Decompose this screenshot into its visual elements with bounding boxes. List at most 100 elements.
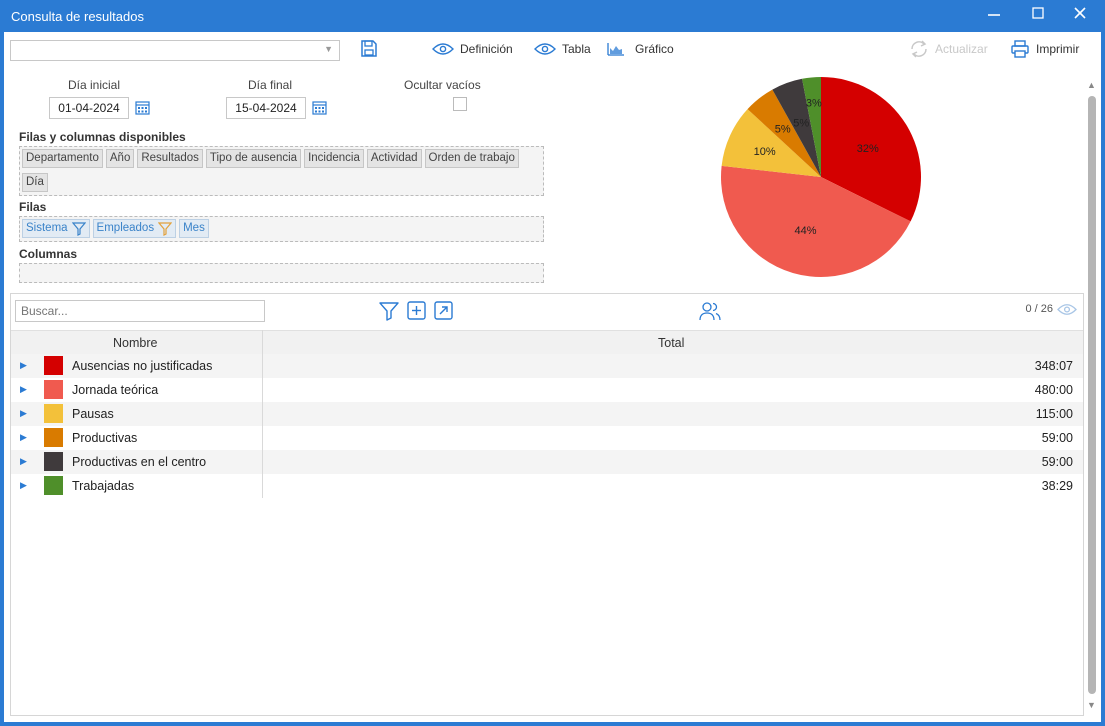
pie-slice-label: 5% (775, 123, 791, 135)
color-swatch (44, 404, 63, 423)
search-input[interactable] (15, 300, 265, 322)
color-swatch (44, 452, 63, 471)
results-grid-panel: 0 / 26 Nombre Total ▶ Ausencias no justif… (10, 293, 1084, 716)
row-field-chip[interactable]: Mes (179, 219, 209, 238)
title-bar: Consulta de resultados (4, 0, 1101, 32)
column-header-nombre[interactable]: Nombre (113, 336, 157, 350)
selection-counter: 0 / 26 (1025, 303, 1053, 315)
row-name: Pausas (72, 407, 114, 421)
columns-zone[interactable] (19, 263, 544, 283)
field-chip[interactable]: Actividad (366, 149, 422, 168)
window-title: Consulta de resultados (11, 9, 144, 24)
export-icon[interactable] (434, 301, 453, 323)
results-pie-chart: 32% 44% 10% 5% 5% 3% (721, 77, 921, 277)
field-chip[interactable]: Incidencia (304, 149, 364, 168)
field-chip[interactable]: Año (105, 149, 135, 168)
row-total: 348:07 (1034, 359, 1073, 373)
minimize-icon[interactable] (977, 5, 1011, 27)
close-icon[interactable] (1063, 5, 1097, 27)
dia-final-label: Día final (248, 78, 293, 92)
available-fields-zone[interactable]: Departamento Año Resultados Tipo de ausenci… (19, 146, 544, 196)
row-name: Jornada teórica (72, 383, 159, 397)
column-divider[interactable] (262, 330, 263, 498)
eye-icon (534, 43, 556, 55)
pie-slice-label: 5% (793, 117, 809, 129)
grid-header: Nombre Total (11, 330, 1083, 354)
filter-icon[interactable] (158, 221, 173, 236)
dia-inicial-label: Día inicial (68, 78, 121, 92)
ocultar-vacios-checkbox[interactable] (453, 97, 467, 111)
expand-arrow-icon[interactable]: ▶ (20, 480, 27, 491)
expand-arrow-icon[interactable]: ▶ (20, 432, 27, 443)
expand-arrow-icon[interactable]: ▶ (20, 408, 27, 419)
dia-inicial-input[interactable]: 01-04-2024 (49, 97, 129, 119)
field-chip[interactable]: Orden de trabajo (424, 149, 519, 168)
dia-final-input[interactable]: 15-04-2024 (226, 97, 306, 119)
expand-all-icon[interactable] (407, 301, 426, 323)
row-field-chip[interactable]: Empleados (92, 219, 177, 238)
scroll-down-icon[interactable]: ▼ (1087, 700, 1096, 710)
field-chip[interactable]: Día (22, 172, 48, 192)
row-name: Trabajadas (72, 479, 135, 493)
actualizar-label: Actualizar (935, 42, 988, 56)
imprimir-label: Imprimir (1036, 42, 1080, 56)
row-field-chip[interactable]: Sistema (22, 219, 90, 238)
tabla-button[interactable]: Tabla (534, 38, 591, 60)
tabla-label: Tabla (562, 42, 591, 56)
row-total: 115:00 (1035, 407, 1073, 421)
row-total: 59:00 (1041, 431, 1073, 445)
scroll-up-icon[interactable]: ▲ (1087, 80, 1096, 90)
eye-icon[interactable] (1057, 303, 1077, 319)
filter-icon[interactable] (71, 221, 86, 236)
table-row[interactable]: ▶ Trabajadas 38:29 (11, 474, 1083, 498)
expand-arrow-icon[interactable]: ▶ (20, 360, 27, 371)
chart-icon (607, 43, 624, 56)
calendar-icon[interactable] (135, 100, 150, 118)
column-header-total[interactable]: Total (658, 336, 684, 350)
ocultar-vacios-label: Ocultar vacíos (404, 78, 481, 92)
field-chip[interactable]: Tipo de ausencia (205, 149, 302, 168)
pie-slice-label: 3% (806, 97, 822, 109)
color-swatch (44, 356, 63, 375)
grafico-button[interactable]: Gráfico (607, 38, 674, 60)
filter-icon[interactable] (379, 301, 399, 324)
row-total: 59:00 (1041, 455, 1073, 469)
color-swatch (44, 428, 63, 447)
pie-slice-label: 32% (857, 143, 879, 155)
field-chip[interactable]: Departamento (22, 149, 103, 168)
expand-arrow-icon[interactable]: ▶ (20, 456, 27, 467)
table-row[interactable]: ▶ Productivas en el centro 59:00 (11, 450, 1083, 474)
imprimir-button[interactable]: Imprimir (1010, 38, 1079, 60)
rows-zone[interactable]: Sistema Empleados Mes (19, 216, 544, 242)
row-name: Productivas en el centro (72, 455, 207, 469)
columns-section-title: Columnas (19, 247, 78, 261)
pie-slice-label: 10% (754, 146, 776, 158)
row-total: 38:29 (1041, 479, 1073, 493)
row-name: Ausencias no justificadas (72, 359, 213, 373)
table-row[interactable]: ▶ Productivas 59:00 (11, 426, 1083, 450)
color-swatch (44, 476, 63, 495)
pie-slice-label: 44% (794, 225, 816, 237)
color-swatch (44, 380, 63, 399)
definicion-button[interactable]: Definición (432, 38, 513, 60)
vertical-scrollbar[interactable]: ▲ ▼ (1086, 80, 1098, 716)
available-fields-title: Filas y columnas disponibles (19, 130, 186, 144)
table-row[interactable]: ▶ Ausencias no justificadas 348:07 (11, 354, 1083, 378)
calendar-icon[interactable] (312, 100, 327, 118)
table-row[interactable]: ▶ Pausas 115:00 (11, 402, 1083, 426)
row-field-label: Empleados (96, 222, 155, 234)
row-name: Productivas (72, 431, 138, 445)
refresh-icon (911, 40, 927, 58)
field-chip[interactable]: Resultados (137, 149, 203, 168)
maximize-icon[interactable] (1021, 5, 1055, 27)
eye-icon (432, 43, 454, 55)
users-icon[interactable] (699, 301, 721, 324)
actualizar-button[interactable]: Actualizar (909, 38, 988, 60)
query-selector-combo[interactable]: ▼ (10, 40, 340, 61)
chevron-down-icon[interactable]: ▼ (324, 44, 333, 54)
expand-arrow-icon[interactable]: ▶ (20, 384, 27, 395)
app-window: Consulta de resultados ▼ Definición Tabl… (0, 0, 1105, 726)
scrollbar-thumb[interactable] (1088, 96, 1096, 694)
save-button[interactable] (359, 38, 385, 60)
table-row[interactable]: ▶ Jornada teórica 480:00 (11, 378, 1083, 402)
